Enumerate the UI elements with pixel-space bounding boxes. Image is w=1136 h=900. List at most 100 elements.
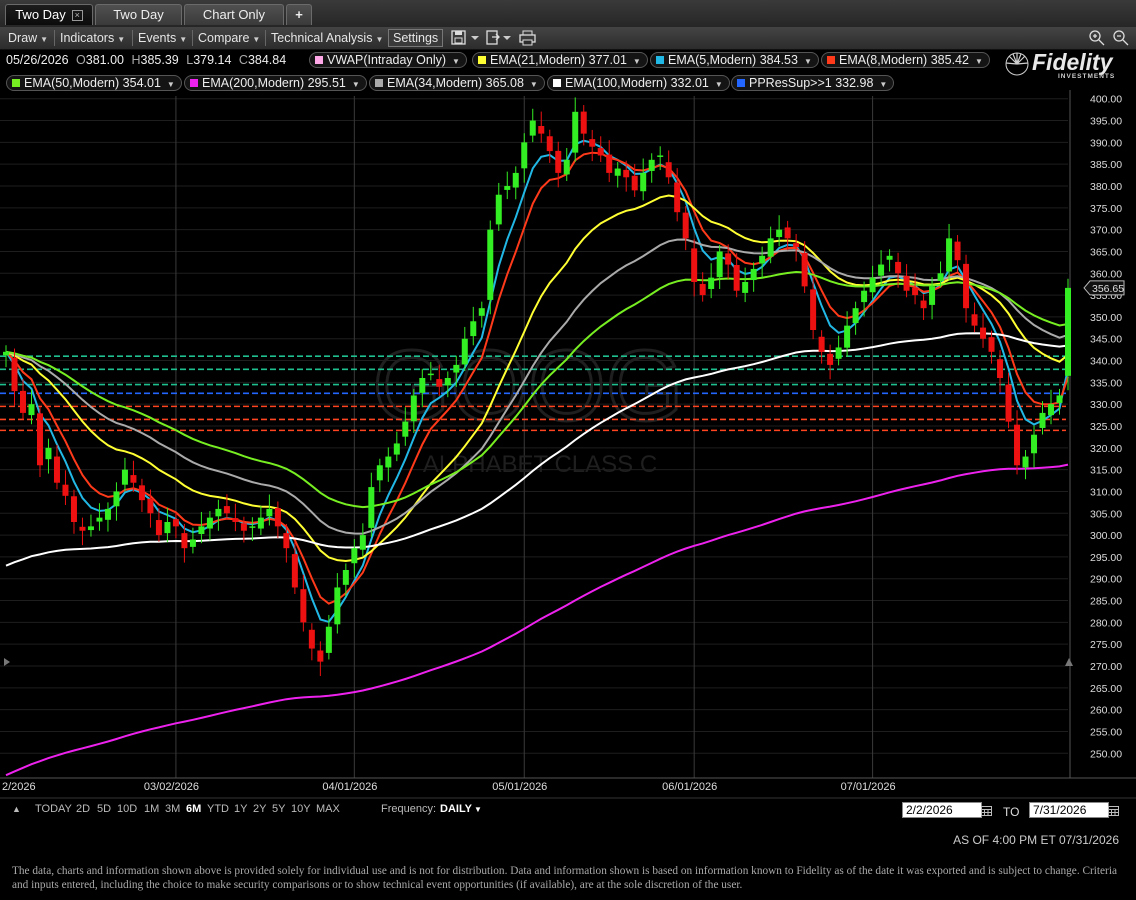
candle-body — [189, 539, 196, 547]
range-10y[interactable]: 10Y — [291, 803, 311, 815]
range-5d[interactable]: 5D — [97, 803, 111, 815]
price-chart[interactable]: 2/2026 03/02/2026 04/01/2026 05/01/2026 06/0… — [0, 0, 1136, 900]
collapse-up-icon[interactable]: ▲ — [12, 804, 21, 814]
y-tick-label: 295.00 — [1090, 552, 1122, 564]
candle-body — [232, 518, 239, 522]
range-1y[interactable]: 1Y — [234, 803, 247, 815]
caret-down-icon[interactable]: ▼ — [530, 80, 538, 89]
range-1m[interactable]: 1M — [144, 803, 159, 815]
candle-body — [946, 238, 953, 272]
candle-body — [546, 136, 553, 152]
scroll-handle-icon — [4, 658, 10, 666]
y-tick-label: 380.00 — [1090, 181, 1122, 193]
candle-body — [716, 251, 723, 278]
y-tick-label: 345.00 — [1090, 334, 1122, 346]
candle-body — [113, 491, 120, 507]
study-pill-ema21[interactable]: EMA(21,Modern) 377.01 ▼ — [472, 52, 648, 68]
study-legend: 05/26/2026 O381.00 H385.39 L379.14 C384.… — [0, 50, 1000, 96]
candle-body — [572, 111, 579, 153]
candle-body — [1005, 384, 1012, 422]
candle-body — [427, 373, 434, 376]
candle-body — [691, 248, 698, 282]
candle-body — [1065, 287, 1071, 376]
from-date-input[interactable]: 2/2/2026 — [902, 802, 982, 818]
scroll-handle-icon — [1065, 658, 1073, 666]
color-swatch — [315, 56, 323, 64]
candle-body — [606, 154, 613, 173]
color-swatch — [190, 79, 198, 87]
candle-body — [478, 308, 485, 316]
y-tick-label: 360.00 — [1090, 268, 1122, 280]
study-label: EMA(5,Modern) — [668, 53, 757, 67]
x-tick-label: 07/01/2026 — [841, 781, 896, 793]
caret-down-icon[interactable]: ▼ — [804, 57, 812, 66]
candle-body — [164, 522, 171, 534]
y-tick-label: 260.00 — [1090, 705, 1122, 717]
frequency-select[interactable]: DAILY ▼ — [440, 803, 482, 815]
candle-body — [487, 229, 494, 300]
candle-body — [1022, 456, 1029, 468]
range-ytd[interactable]: YTD — [207, 803, 229, 815]
candle-body — [45, 447, 52, 460]
study-pill-ema50[interactable]: EMA(50,Modern) 354.01 ▼ — [6, 75, 182, 91]
study-pill-ema200[interactable]: EMA(200,Modern) 295.51 ▼ — [184, 75, 367, 91]
candle-body — [903, 275, 910, 291]
range-2y[interactable]: 2Y — [253, 803, 266, 815]
study-pill-ema8[interactable]: EMA(8,Modern) 385.42 ▼ — [821, 52, 990, 68]
study-value: 295.51 — [307, 76, 346, 90]
logo-graphic: Fidelity INVESTMENTS — [1005, 49, 1115, 80]
color-swatch — [478, 56, 486, 64]
candle-body — [538, 126, 545, 134]
y-tick-label: 300.00 — [1090, 530, 1122, 542]
range-max[interactable]: MAX — [316, 803, 340, 815]
caret-down-icon[interactable]: ▼ — [975, 57, 983, 66]
caret-down-icon[interactable]: ▼ — [633, 57, 641, 66]
candle-body — [11, 357, 18, 392]
calendar-icon[interactable] — [981, 805, 992, 816]
study-label: EMA(8,Modern) — [839, 53, 928, 67]
last-price-label: 356.65 — [1092, 283, 1124, 295]
brand-subtitle: INVESTMENTS — [1058, 73, 1115, 80]
y-tick-label: 280.00 — [1090, 617, 1122, 629]
candle-body — [419, 378, 426, 393]
caret-down-icon: ▼ — [474, 805, 482, 814]
study-pill-ema34[interactable]: EMA(34,Modern) 365.08 ▼ — [369, 75, 545, 91]
candle-body — [580, 111, 587, 134]
to-date-input[interactable]: 7/31/2026 — [1029, 802, 1109, 818]
study-pill-ema100[interactable]: EMA(100,Modern) 332.01 ▼ — [547, 75, 730, 91]
range-2d[interactable]: 2D — [76, 803, 90, 815]
range-5y[interactable]: 5Y — [272, 803, 285, 815]
caret-down-icon[interactable]: ▼ — [167, 80, 175, 89]
candle-body — [351, 548, 358, 564]
x-tick-label: 05/01/2026 — [492, 781, 547, 793]
study-value: 385.42 — [930, 53, 969, 67]
candle-body — [844, 325, 851, 348]
close-value: 384.84 — [247, 53, 287, 67]
range-6m[interactable]: 6M — [186, 803, 201, 815]
open-label: O — [76, 53, 86, 67]
study-pill-ema5[interactable]: EMA(5,Modern) 384.53 ▼ — [650, 52, 819, 68]
calendar-icon[interactable] — [1108, 805, 1119, 816]
range-today[interactable]: TODAY — [35, 803, 72, 815]
candle-body — [130, 475, 137, 483]
candle-body — [79, 526, 86, 531]
caret-down-icon[interactable]: ▼ — [452, 57, 460, 66]
range-3m[interactable]: 3M — [165, 803, 180, 815]
caret-down-icon[interactable]: ▼ — [879, 80, 887, 89]
candle-body — [291, 554, 298, 588]
range-10d[interactable]: 10D — [117, 803, 137, 815]
candle-body — [87, 526, 94, 531]
study-pill-vwap[interactable]: VWAP(Intraday Only) ▼ — [309, 52, 467, 68]
candle-body — [521, 142, 528, 169]
caret-down-icon[interactable]: ▼ — [715, 80, 723, 89]
study-value: 354.01 — [122, 76, 161, 90]
fidelity-logo: Fidelity INVESTMENTS — [1002, 49, 1132, 80]
candle-body — [453, 364, 460, 373]
study-pill-ppressup[interactable]: PPResSup>>1 332.98 ▼ — [731, 75, 895, 91]
caret-down-icon[interactable]: ▼ — [352, 80, 360, 89]
disclaimer-text: The data, charts and information shown a… — [12, 865, 1117, 891]
ohlc-readout: 05/26/2026 O381.00 H385.39 L379.14 C384.… — [6, 53, 286, 67]
y-tick-label: 385.00 — [1090, 159, 1122, 171]
candle-body — [249, 526, 256, 528]
y-tick-label: 285.00 — [1090, 596, 1122, 608]
